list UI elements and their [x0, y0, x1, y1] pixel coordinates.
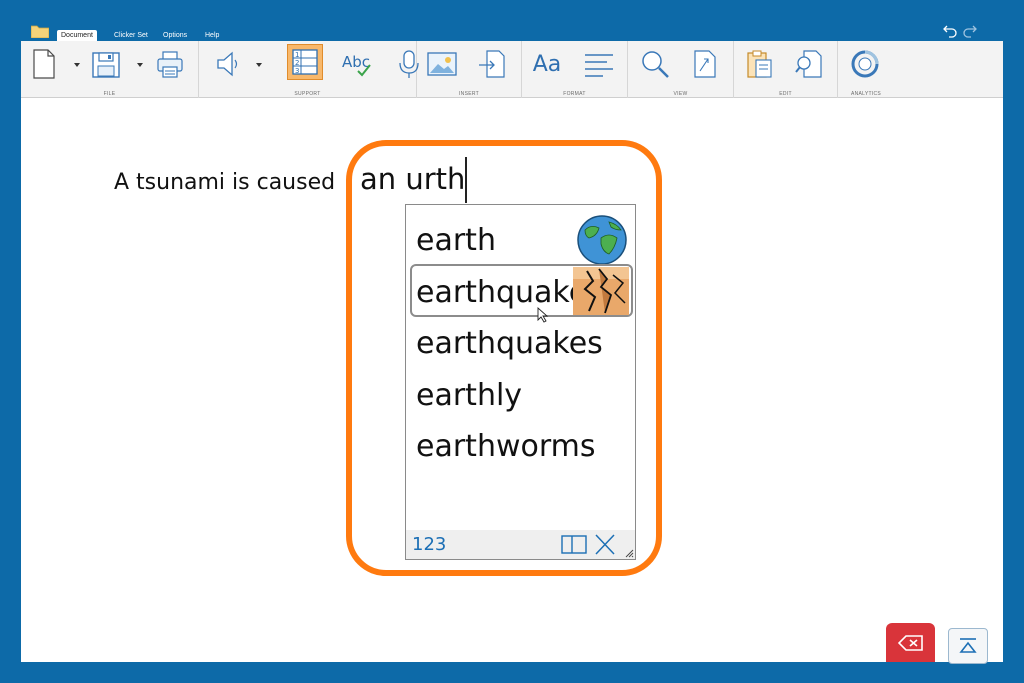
paragraph-button[interactable]	[582, 47, 616, 81]
svg-text:2: 2	[295, 59, 299, 67]
align-left-icon	[585, 54, 613, 77]
view-group-label: VIEW	[673, 91, 688, 97]
page-size-icon	[694, 50, 716, 78]
svg-text:1: 1	[295, 51, 299, 59]
save-icon	[92, 52, 120, 78]
resize-grip-icon[interactable]	[625, 549, 634, 558]
title-bar: Document Clicker Set Options Help	[21, 14, 1003, 42]
redo-icon[interactable]	[962, 22, 978, 38]
undo-icon[interactable]	[942, 22, 958, 38]
numbers-button[interactable]: 123	[412, 534, 446, 555]
pie-chart-icon	[851, 50, 879, 78]
find-button[interactable]	[792, 47, 826, 81]
prediction-item-earthquakes[interactable]: earthquakes	[416, 326, 603, 362]
insert-group: INSERT	[417, 41, 522, 98]
prediction-item-earthly[interactable]: earthly	[416, 378, 522, 414]
format-group: Aa FORMAT	[522, 41, 628, 98]
chevron-down-icon[interactable]	[256, 63, 262, 67]
font-icon: Aa	[532, 51, 562, 77]
svg-text:Abc: Abc	[342, 53, 370, 71]
save-button[interactable]	[89, 47, 123, 81]
prediction-panel-footer: 123	[406, 530, 635, 559]
analytics-button[interactable]	[848, 47, 882, 81]
speech-button[interactable]	[211, 47, 245, 81]
insert-group-label: INSERT	[458, 91, 480, 97]
clipboard-icon	[747, 50, 772, 78]
numbered-list-icon: 1 2 3	[292, 49, 318, 75]
tab-clicker-set[interactable]: Clicker Set	[110, 30, 152, 41]
chevron-down-icon[interactable]	[137, 63, 143, 67]
close-icon[interactable]	[594, 534, 616, 555]
insert-picture-button[interactable]	[425, 47, 459, 81]
insert-file-button[interactable]	[475, 47, 509, 81]
mouse-pointer-icon	[537, 307, 549, 323]
speaker-icon	[217, 51, 238, 77]
earth-globe-icon	[577, 215, 627, 265]
view-group: VIEW	[628, 41, 734, 98]
printer-icon	[157, 51, 183, 78]
backspace-icon	[897, 634, 923, 651]
analytics-group: ANALYTICS	[838, 41, 894, 98]
svg-text:3: 3	[295, 67, 299, 75]
zoom-button[interactable]	[638, 47, 672, 81]
prediction-item-earthquake[interactable]: earthquake	[416, 275, 587, 311]
format-group-label: FORMAT	[563, 91, 586, 97]
prediction-item-earth[interactable]: earth	[416, 223, 496, 259]
new-document-icon	[33, 49, 55, 79]
spellcheck-icon: Abc	[342, 53, 371, 77]
collapse-panel-button[interactable]	[948, 628, 988, 664]
file-group-label: FILE	[103, 91, 116, 97]
insert-document-icon	[479, 50, 505, 78]
backspace-button[interactable]	[886, 623, 935, 662]
spellcheck-button[interactable]: Abc	[341, 47, 375, 81]
tab-help[interactable]: Help	[201, 30, 223, 41]
print-button[interactable]	[153, 47, 187, 81]
support-group-label: SUPPORT	[294, 91, 321, 97]
ribbon-toolbar: FILE 1 2 3 Abc SUPPORT INSERT Aa FORMAT …	[21, 41, 1003, 98]
word-prediction-panel: earth earthquake earthquakes earthly ear…	[405, 204, 636, 560]
page-size-button[interactable]	[688, 47, 722, 81]
new-document-button[interactable]	[27, 47, 61, 81]
document-sentence[interactable]: A tsunami is caused	[114, 170, 335, 195]
file-group: FILE	[21, 41, 199, 98]
magnifier-icon	[642, 51, 669, 78]
analytics-group-label: ANALYTICS	[850, 91, 882, 97]
earthquake-icon	[573, 267, 629, 315]
picture-icon	[427, 52, 457, 76]
font-button[interactable]: Aa	[530, 47, 564, 81]
predictor-button[interactable]: 1 2 3	[287, 44, 323, 80]
find-document-icon	[795, 50, 822, 78]
paste-button[interactable]	[742, 47, 776, 81]
eject-up-icon	[959, 638, 977, 653]
support-group: 1 2 3 Abc SUPPORT	[199, 41, 419, 98]
tab-options[interactable]: Options	[159, 30, 191, 41]
folder-icon[interactable]	[31, 24, 49, 38]
split-panel-icon[interactable]	[561, 535, 587, 554]
edit-group: EDIT	[734, 41, 838, 98]
edit-group-label: EDIT	[779, 91, 792, 97]
prediction-item-earthworms[interactable]: earthworms	[416, 429, 596, 465]
chevron-down-icon[interactable]	[74, 63, 80, 67]
